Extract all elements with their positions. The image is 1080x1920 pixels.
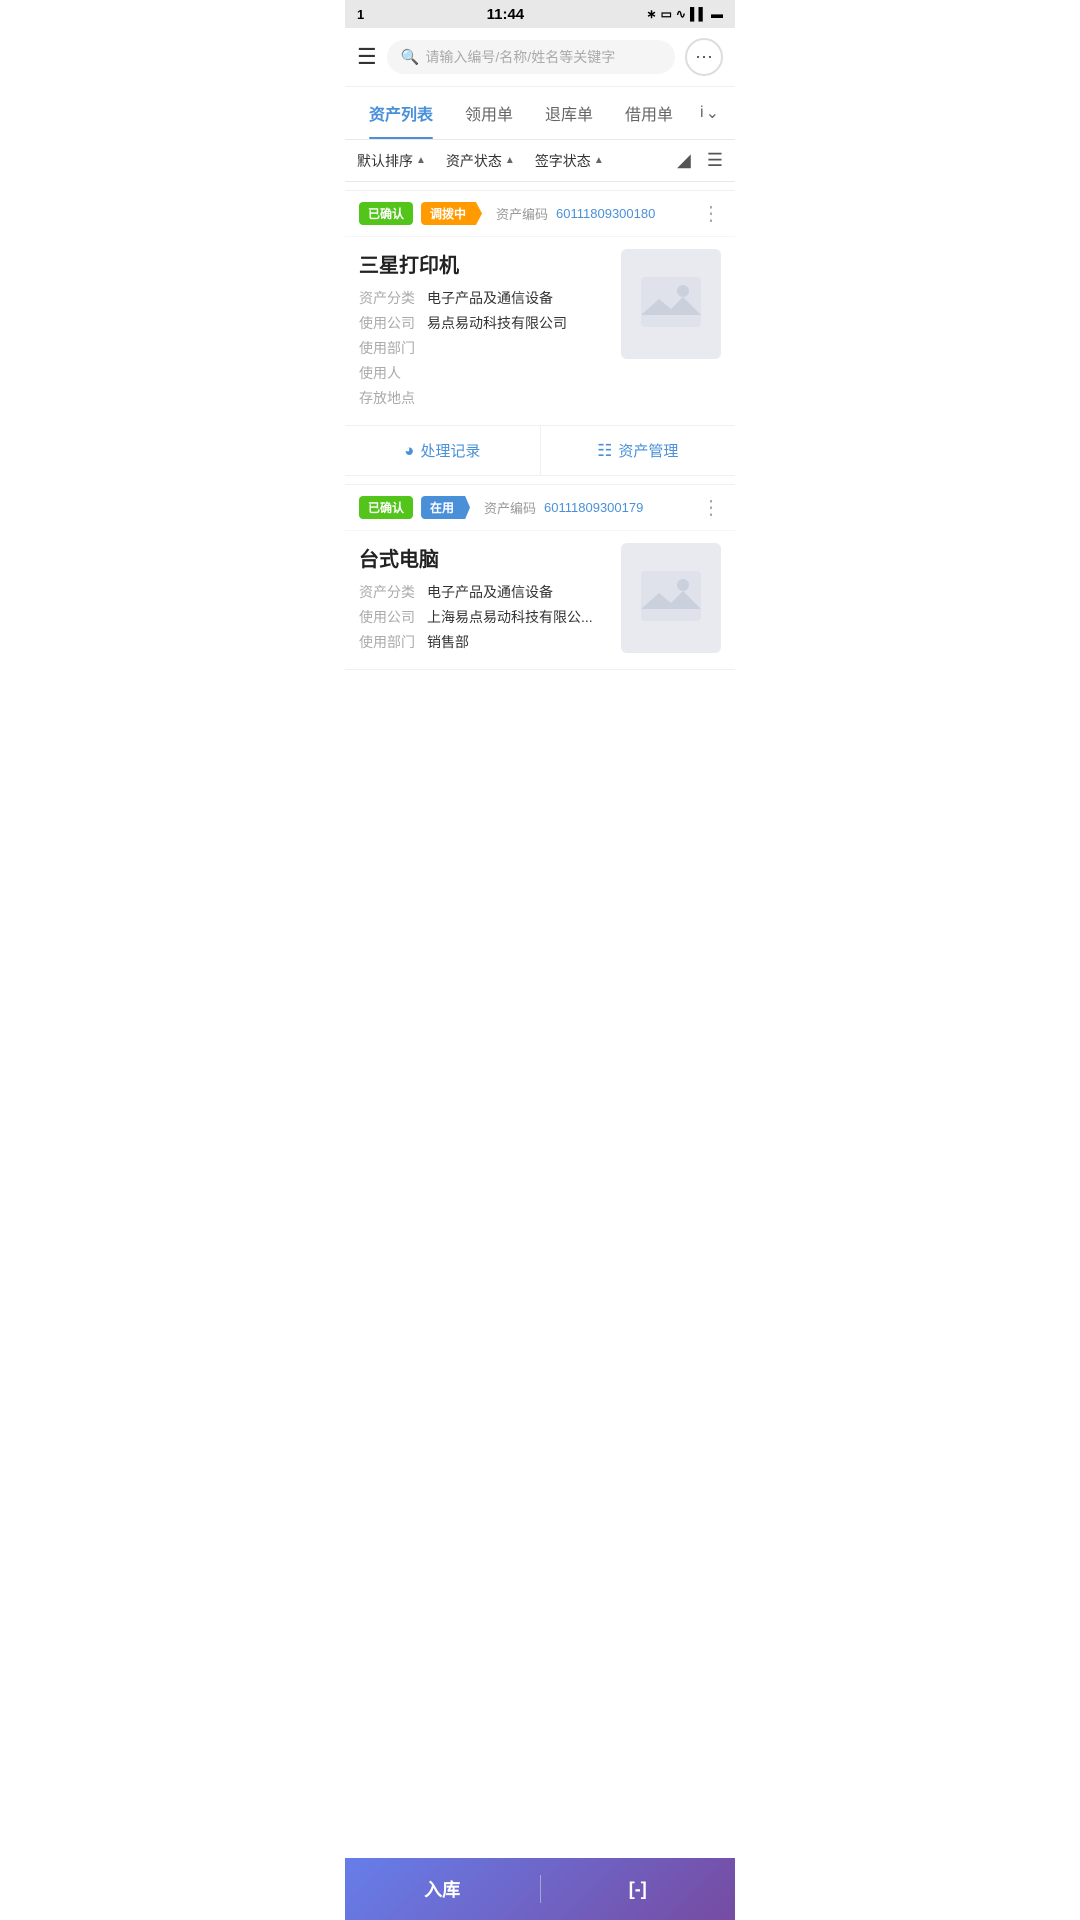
card-2-field-1: 使用公司 上海易点易动科技有限公... <box>359 607 611 627</box>
chevron-down-icon: ⌄ <box>706 103 719 123</box>
asset-status-filter[interactable]: 资产状态 ▲ <box>446 151 515 171</box>
bottom-bar: 入库 [-] <box>345 1858 735 1920</box>
card-2-badge-confirmed: 已确认 <box>359 496 413 519</box>
search-placeholder: 请输入编号/名称/姓名等关键字 <box>425 47 615 67</box>
card-1-history-button[interactable]: ◕ 处理记录 <box>345 426 541 475</box>
filter-bar: 默认排序 ▲ 资产状态 ▲ 签字状态 ▲ ◢ ☰ <box>345 140 735 182</box>
card-2-info: 台式电脑 资产分类 电子产品及通信设备 使用公司 上海易点易动科技有限公... … <box>359 543 611 657</box>
image-placeholder-2-icon <box>641 571 701 626</box>
search-bar[interactable]: 🔍 请输入编号/名称/姓名等关键字 <box>387 40 675 74</box>
list-view-icon[interactable]: ☰ <box>707 150 723 171</box>
sign-status-label: 签字状态 <box>535 151 591 171</box>
sort-label: 默认排序 <box>357 151 413 171</box>
tab-asset-list[interactable]: 资产列表 <box>353 87 449 139</box>
card-2-body: 台式电脑 资产分类 电子产品及通信设备 使用公司 上海易点易动科技有限公... … <box>345 531 735 669</box>
asset-status-arrow-icon: ▲ <box>505 155 515 166</box>
card-1-body: 三星打印机 资产分类 电子产品及通信设备 使用公司 易点易动科技有限公司 使用部… <box>345 237 735 425</box>
card-1-badge-dispatching: 调拨中 <box>421 202 482 225</box>
header: ☰ 🔍 请输入编号/名称/姓名等关键字 ⋯ <box>345 28 735 87</box>
card-2-menu-button[interactable]: ⋮ <box>701 495 721 520</box>
tab-claim-order[interactable]: 领用单 <box>449 87 529 139</box>
chat-button[interactable]: ⋯ <box>685 38 723 76</box>
card-2-title: 台式电脑 <box>359 543 611 572</box>
manage-icon: ☷ <box>597 441 612 461</box>
card-1-title: 三星打印机 <box>359 249 611 278</box>
card-1-asset-code-label: 资产编码 <box>496 204 548 223</box>
sign-status-filter[interactable]: 签字状态 ▲ <box>535 151 604 171</box>
card-1-menu-button[interactable]: ⋮ <box>701 201 721 226</box>
tab-bar: 资产列表 领用单 退库单 借用单 i ⌄ <box>345 87 735 140</box>
card-1-asset-code: 60111809300180 <box>556 206 655 221</box>
tab-more[interactable]: i ⌄ <box>692 89 727 137</box>
status-time: 11:44 <box>364 6 646 23</box>
sign-status-arrow-icon: ▲ <box>594 155 604 166</box>
wifi-icon: ∿ <box>676 7 686 21</box>
card-1-field-0: 资产分类 电子产品及通信设备 <box>359 288 611 308</box>
card-list: 已确认 调拨中 资产编码 60111809300180 ⋮ 三星打印机 资产分类… <box>345 190 735 748</box>
card-1-field-3: 使用人 <box>359 363 611 383</box>
card-1-manage-button[interactable]: ☷ 资产管理 <box>541 426 736 475</box>
history-icon: ◕ <box>404 441 414 461</box>
card-1-field-2: 使用部门 <box>359 338 611 358</box>
status-indicator: 1 <box>357 7 364 22</box>
card-1-field-1: 使用公司 易点易动科技有限公司 <box>359 313 611 333</box>
asset-card-1: 已确认 调拨中 资产编码 60111809300180 ⋮ 三星打印机 资产分类… <box>345 190 735 476</box>
scan-button[interactable]: [-] <box>541 1861 736 1918</box>
card-2-image <box>621 543 721 653</box>
tab-borrow-order[interactable]: 借用单 <box>609 87 689 139</box>
sort-arrow-icon: ▲ <box>416 155 426 166</box>
card-1-info: 三星打印机 资产分类 电子产品及通信设备 使用公司 易点易动科技有限公司 使用部… <box>359 249 611 413</box>
card-1-field-4: 存放地点 <box>359 388 611 408</box>
card-1-image <box>621 249 721 359</box>
chat-icon: ⋯ <box>695 47 713 68</box>
asset-card-2: 已确认 在用 资产编码 60111809300179 ⋮ 台式电脑 资产分类 电… <box>345 484 735 670</box>
bluetooth-icon: ∗ <box>647 7 657 21</box>
tab-more-label: i <box>700 104 704 122</box>
tab-return-order[interactable]: 退库单 <box>529 87 609 139</box>
search-icon: 🔍 <box>401 48 420 66</box>
menu-button[interactable]: ☰ <box>357 44 377 70</box>
card-2-asset-code-label: 资产编码 <box>484 498 536 517</box>
card-2-field-2: 使用部门 销售部 <box>359 632 611 652</box>
status-bar: 1 11:44 ∗ ▭ ∿ ▌▌ ▬ <box>345 0 735 28</box>
filter-funnel-icon[interactable]: ◢ <box>677 150 691 171</box>
signal-icon: ▌▌ <box>690 7 707 21</box>
history-label: 处理记录 <box>420 440 480 461</box>
warehouse-in-button[interactable]: 入库 <box>345 1858 540 1920</box>
phone-icon: ▭ <box>661 7 672 21</box>
card-2-field-0: 资产分类 电子产品及通信设备 <box>359 582 611 602</box>
card-2-asset-code: 60111809300179 <box>544 500 643 515</box>
sort-filter[interactable]: 默认排序 ▲ <box>357 151 426 171</box>
image-placeholder-icon <box>641 277 701 332</box>
asset-status-label: 资产状态 <box>446 151 502 171</box>
status-icons: ∗ ▭ ∿ ▌▌ ▬ <box>647 7 723 21</box>
card-1-actions: ◕ 处理记录 ☷ 资产管理 <box>345 425 735 475</box>
card-2-header: 已确认 在用 资产编码 60111809300179 ⋮ <box>345 485 735 531</box>
card-1-badge-confirmed: 已确认 <box>359 202 413 225</box>
card-2-badge-inuse: 在用 <box>421 496 470 519</box>
card-1-header: 已确认 调拨中 资产编码 60111809300180 ⋮ <box>345 191 735 237</box>
battery-icon: ▬ <box>711 7 723 21</box>
manage-label: 资产管理 <box>618 440 678 461</box>
